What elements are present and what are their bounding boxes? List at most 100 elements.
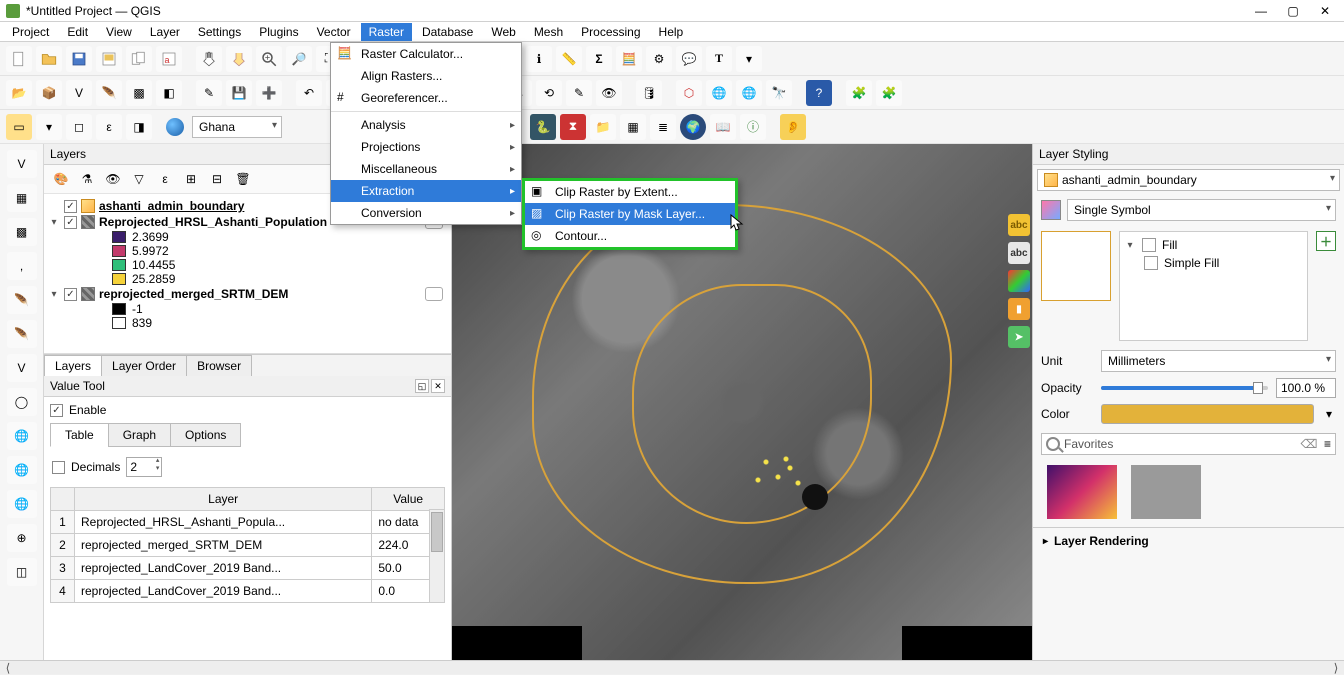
rotate-label-icon[interactable]: ⟲ [536,80,562,106]
zoom-in-icon[interactable] [256,46,282,72]
menu-layer[interactable]: Layer [142,23,188,41]
expander-icon[interactable]: ▾ [48,289,60,300]
raster-info-icon[interactable]: ▦ [620,114,646,140]
pan-icon[interactable] [196,46,222,72]
select-dropdown-icon[interactable]: ▾ [36,114,62,140]
table-row[interactable]: 4reprojected_LandCover_2019 Band...0.0 [51,580,445,603]
statistics-icon[interactable]: Σ [586,46,612,72]
globe-layer-icon[interactable]: 🌐 [736,80,762,106]
decimals-checkbox[interactable] [52,461,65,474]
label-chip-grey-icon[interactable]: abc [1008,242,1030,264]
new-shapefile-icon[interactable]: V [66,80,92,106]
table-row[interactable]: 3reprojected_LandCover_2019 Band...50.0 [51,557,445,580]
enable-checkbox[interactable] [50,404,63,417]
color-dropdown-icon[interactable]: ▾ [1322,407,1336,421]
vt-close-button[interactable]: ✕ [431,379,445,393]
layer-checkbox[interactable] [64,288,77,301]
show-label-icon[interactable]: 👁 [596,80,622,106]
fill-tree-row-simple[interactable]: Simple Fill [1124,254,1303,272]
menu-view[interactable]: View [98,23,140,41]
osm-globe-icon[interactable]: 🌍 [680,114,706,140]
favorites-menu-icon[interactable]: ≡ [1324,437,1331,451]
menu-extraction[interactable]: Extraction [331,180,521,202]
menu-conversion[interactable]: Conversion [331,202,521,224]
add-mssql-icon[interactable]: V [7,354,37,382]
expander-icon[interactable]: ▾ [48,217,60,228]
layer-checkbox[interactable] [64,216,77,229]
scroll-right-icon[interactable]: ⟩ [1328,661,1344,675]
python-console-icon[interactable]: 🐍 [530,114,556,140]
deselect-icon[interactable]: ◻ [66,114,92,140]
layer-filter-icon[interactable]: ⚗ [76,168,98,190]
layer-row-srtm[interactable]: ▾ reprojected_merged_SRTM_DEM [48,286,447,302]
pan-to-selection-icon[interactable] [226,46,252,72]
zoom-out-icon[interactable]: 🔎 [286,46,312,72]
menu-vector[interactable]: Vector [309,23,359,41]
menu-raster[interactable]: Raster [361,23,412,41]
plugin1-icon[interactable]: 🧩 [846,80,872,106]
horizontal-scrollbar[interactable]: ⟨ ⟩ [0,660,1344,674]
add-delimited-icon[interactable]: , [7,252,37,280]
layout-manager-icon[interactable] [126,46,152,72]
database-icon[interactable]: 🛢 [636,80,662,106]
color-swatch-button[interactable] [1101,404,1314,424]
label-chip-icon[interactable]: abc [1008,214,1030,236]
menu-georeferencer[interactable]: #Georeferencer... [331,87,521,109]
favorites-search[interactable]: Favorites ⌫ ≡ [1041,433,1336,455]
layer-funnel-icon[interactable]: ▽ [128,168,150,190]
vt-scrollbar[interactable] [429,509,445,603]
edit-pencil-icon[interactable]: ✎ [196,80,222,106]
menu-align-rasters[interactable]: Align Rasters... [331,65,521,87]
menu-settings[interactable]: Settings [190,23,249,41]
fill-tree[interactable]: ▾Fill Simple Fill [1119,231,1308,341]
hexagon-icon[interactable]: ⬡ [676,80,702,106]
field-calc-icon[interactable]: 🧮 [616,46,642,72]
layer-remove-icon[interactable]: 🗑 [232,168,254,190]
layers-stack-icon[interactable]: ≣ [650,114,676,140]
layer-expr-icon[interactable]: ε [154,168,176,190]
add-virtual-layer-icon[interactable]: ◫ [7,558,37,586]
tab-layers[interactable]: Layers [44,355,102,376]
menu-help[interactable]: Help [651,23,692,41]
opacity-slider[interactable] [1101,381,1268,395]
info-green-icon[interactable]: ⓘ [740,114,766,140]
annotation-dropdown-icon[interactable]: ▾ [736,46,762,72]
add-feature-icon[interactable]: ➕ [256,80,282,106]
style-manager-icon[interactable]: a [156,46,182,72]
unit-combo[interactable]: Millimeters [1101,350,1336,372]
fill-tree-row-fill[interactable]: ▾Fill [1124,236,1303,254]
help-icon[interactable]: ? [806,80,832,106]
new-project-icon[interactable] [6,46,32,72]
new-geopackage-icon[interactable]: 📦 [36,80,62,106]
layer-eye-icon[interactable]: 👁 [102,168,124,190]
identify-icon[interactable]: ℹ [526,46,552,72]
tab-layer-order[interactable]: Layer Order [101,355,187,376]
location-combo[interactable]: Ghana [192,116,282,138]
table-row[interactable]: 1Reprojected_HRSL_Ashanti_Popula...no da… [51,511,445,534]
add-postgis-icon[interactable]: 🪶 [7,286,37,314]
menu-database[interactable]: Database [414,23,481,41]
new-spatialite-icon[interactable]: 🪶 [96,80,122,106]
measure-icon[interactable]: 📏 [556,46,582,72]
map-tips-icon[interactable]: 💬 [676,46,702,72]
change-label-icon[interactable]: ✎ [566,80,592,106]
layer-expand-icon[interactable]: ⊞ [180,168,202,190]
menu-clip-by-extent[interactable]: ▣Clip Raster by Extent... [525,181,735,203]
layer-style-icon[interactable]: 🎨 [50,168,72,190]
symbol-type-combo[interactable]: Single Symbol [1067,199,1336,221]
add-vector-icon[interactable]: V [7,150,37,178]
new-virtual-icon[interactable]: ◧ [156,80,182,106]
grey-preset-thumb[interactable] [1131,465,1201,519]
3d-chip-icon[interactable] [1008,270,1030,292]
ls-layer-combo[interactable]: ashanti_admin_boundary [1037,169,1340,191]
menu-processing[interactable]: Processing [573,23,648,41]
toolbox-icon[interactable]: ⚙ [646,46,672,72]
clear-search-button[interactable]: ⌫ [1302,437,1316,451]
layer-checkbox[interactable] [64,200,77,213]
plugin-red-icon[interactable]: ⧗ [560,114,586,140]
scroll-left-icon[interactable]: ⟨ [0,661,16,675]
scrollbar-thumb[interactable] [431,512,443,552]
ear-icon[interactable]: 👂 [780,114,806,140]
menu-clip-by-mask[interactable]: ▨Clip Raster by Mask Layer... [525,203,735,225]
menu-miscellaneous[interactable]: Miscellaneous [331,158,521,180]
